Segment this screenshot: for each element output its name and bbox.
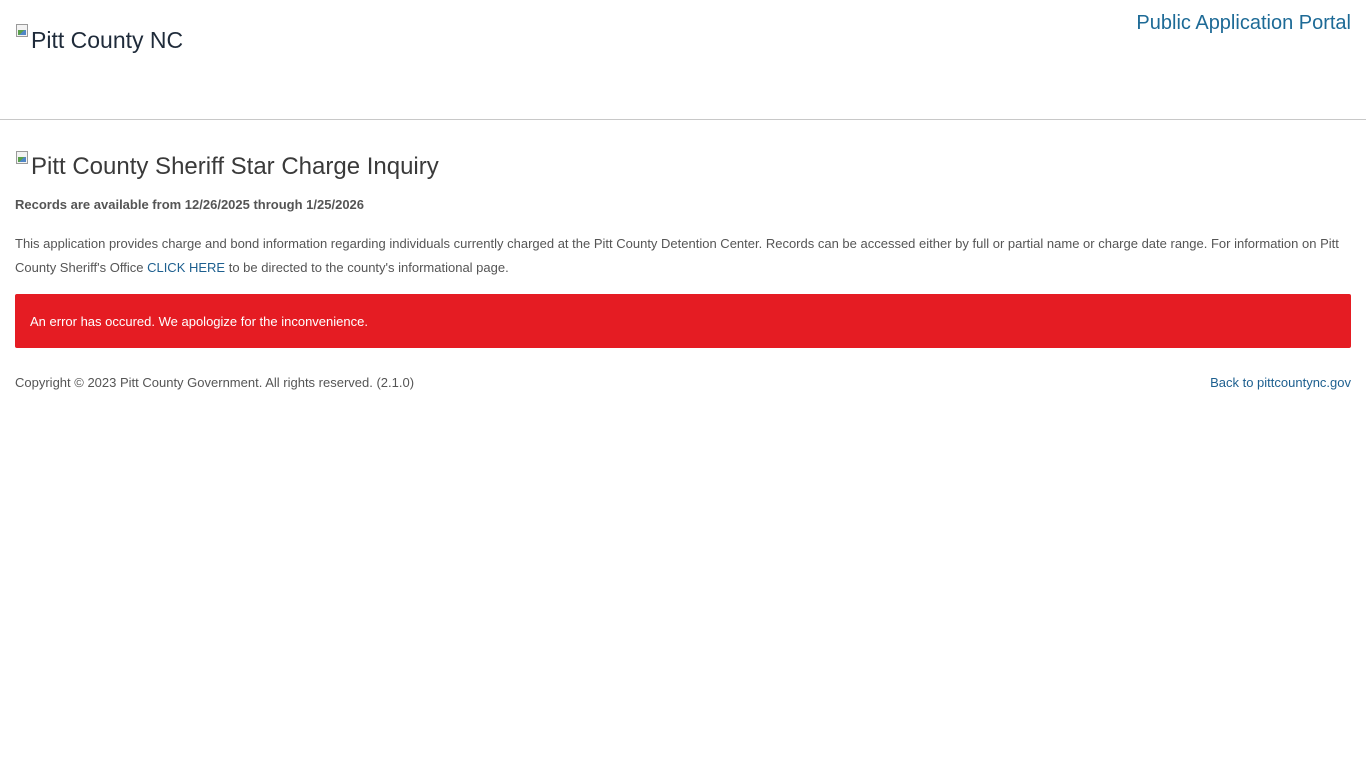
- main-content: Pitt County Sheriff Star Charge Inquiry …: [0, 150, 1366, 391]
- description-text-after: to be directed to the county's informati…: [225, 260, 509, 275]
- page-header: Pitt County NC Public Application Portal: [0, 0, 1366, 120]
- county-logo[interactable]: Pitt County NC: [15, 23, 184, 54]
- back-to-site-link[interactable]: Back to pittcountync.gov: [1210, 374, 1351, 391]
- page-title: Pitt County Sheriff Star Charge Inquiry: [15, 150, 1351, 181]
- records-availability: Records are available from 12/26/2025 th…: [15, 197, 365, 212]
- error-message: An error has occured. We apologize for t…: [30, 313, 368, 329]
- app-description: This application provides charge and bon…: [15, 232, 1351, 280]
- copyright-text: Copyright © 2023 Pitt County Government.…: [15, 375, 415, 390]
- broken-image-icon: [15, 150, 31, 166]
- error-alert: An error has occured. We apologize for t…: [15, 294, 1351, 348]
- portal-title-link[interactable]: Public Application Portal: [1136, 11, 1351, 35]
- broken-image-icon: [15, 23, 31, 39]
- logo-alt-text: Pitt County NC: [31, 27, 184, 53]
- page-title-alt-text: Pitt County Sheriff Star Charge Inquiry: [31, 153, 439, 180]
- click-here-link[interactable]: CLICK HERE: [147, 260, 225, 275]
- page-footer: Copyright © 2023 Pitt County Government.…: [15, 374, 1351, 391]
